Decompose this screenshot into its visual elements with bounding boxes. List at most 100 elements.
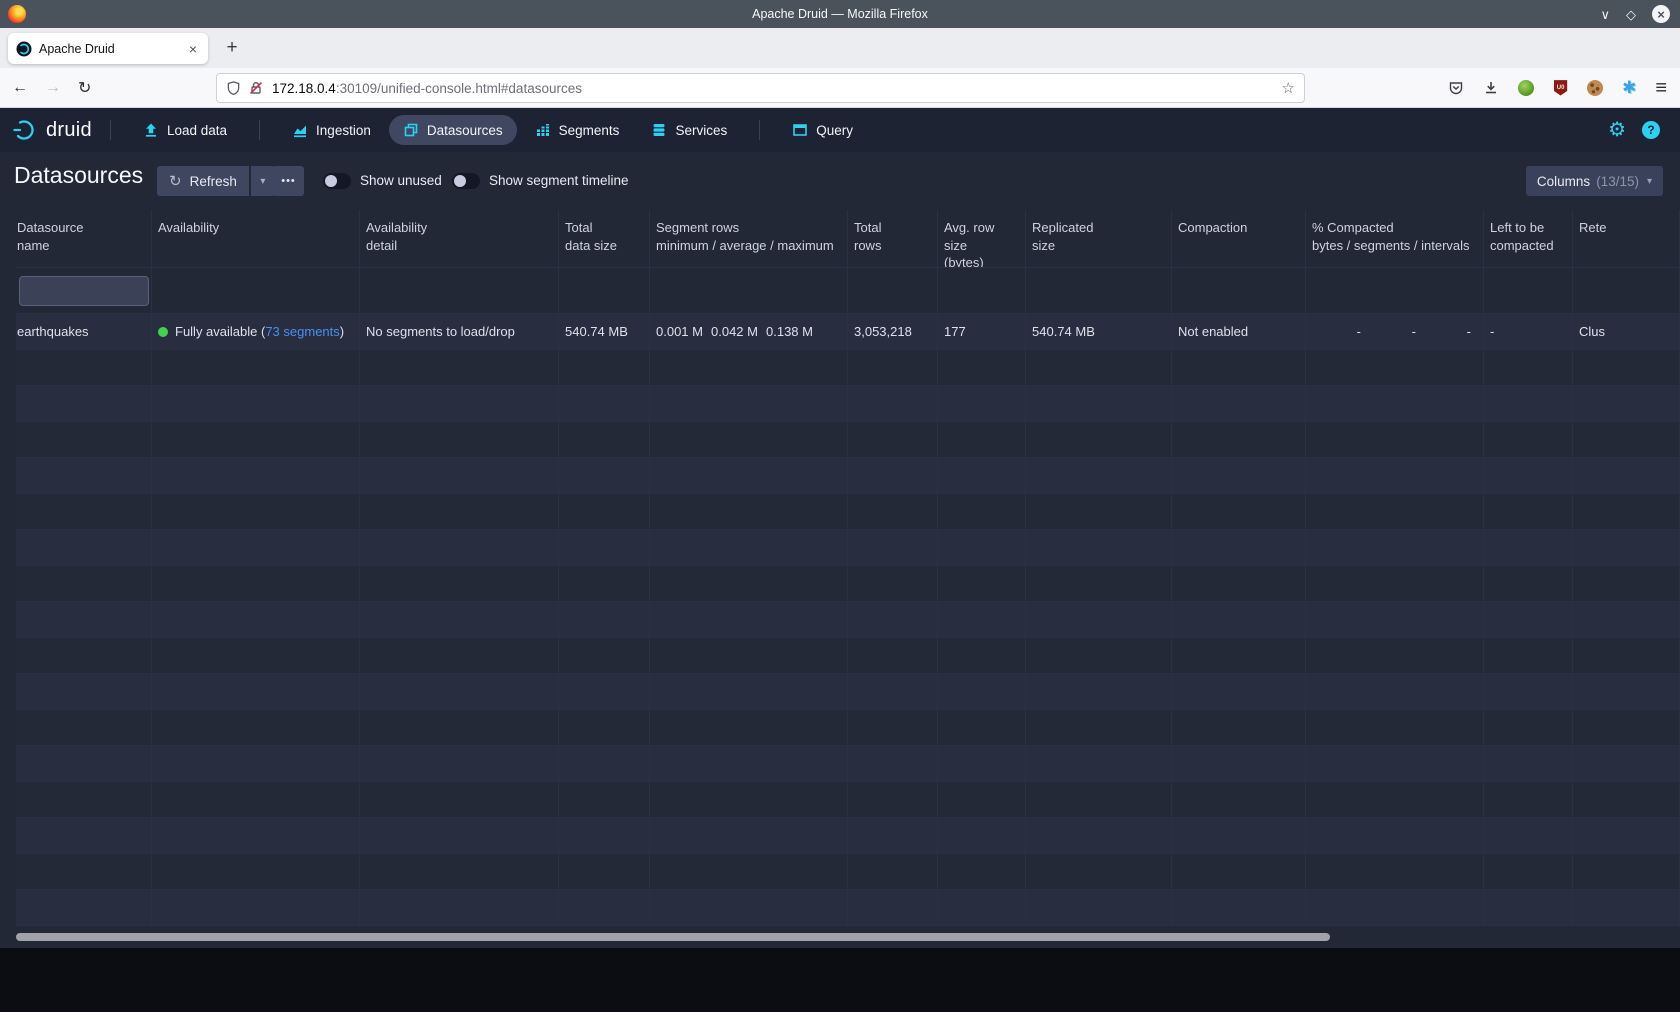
empty-cell [360, 602, 559, 637]
column-header[interactable]: Availability detail [360, 210, 559, 267]
datasource-filter-input[interactable] [19, 276, 149, 306]
window-titlebar: Apache Druid — Mozilla Firefox ∨ ◇ × [0, 0, 1680, 28]
column-header[interactable]: Segment rows minimum / average / maximum [650, 210, 848, 267]
column-header[interactable]: Left to be compacted [1484, 210, 1573, 267]
pct-compacted-value: - [1422, 324, 1477, 339]
empty-cell [1026, 494, 1172, 529]
columns-button[interactable]: Columns (13/15) ▾ [1526, 166, 1663, 196]
empty-cell [152, 530, 360, 565]
pct-compacted-cell[interactable]: --- [1306, 314, 1484, 349]
forward-icon[interactable]: → [45, 79, 61, 97]
total-rows-cell[interactable]: 3,053,218 [848, 314, 938, 349]
empty-cell [559, 638, 650, 673]
extension-asterisk-icon[interactable]: ✱ [1622, 79, 1636, 96]
url-bar[interactable]: 172.18.0.4:30109/unified-console.html#da… [216, 73, 1305, 103]
refresh-button-group: ↻ Refresh ▾ [157, 166, 275, 196]
refresh-button[interactable]: ↻ Refresh [157, 166, 249, 196]
reload-icon[interactable]: ↻ [78, 78, 91, 98]
empty-cell [152, 458, 360, 493]
window-minimize-icon[interactable]: ∨ [1600, 8, 1610, 21]
column-header[interactable]: Compaction [1172, 210, 1306, 267]
empty-cell [152, 890, 360, 925]
column-header[interactable]: Availability [152, 210, 360, 267]
bookmark-star-icon[interactable]: ☆ [1282, 79, 1295, 97]
availability-text: ) [340, 324, 344, 339]
shield-icon[interactable] [226, 80, 241, 96]
segments-link[interactable]: 73 segments [265, 324, 339, 339]
ingestion-icon [292, 122, 308, 138]
nav-item-datasources[interactable]: Datasources [389, 115, 517, 145]
nav-item-ingestion[interactable]: Ingestion [278, 115, 385, 145]
availability-cell[interactable]: Fully available (73 segments) [152, 314, 360, 349]
replicated-size-cell[interactable]: 540.74 MB [1026, 314, 1172, 349]
column-header[interactable]: % Compacted bytes / segments / intervals [1306, 210, 1484, 267]
total-data-size-cell[interactable]: 540.74 MB [559, 314, 650, 349]
empty-cell [1026, 638, 1172, 673]
compaction-cell[interactable]: Not enabled [1172, 314, 1306, 349]
privacy-badger-icon[interactable] [1518, 80, 1534, 96]
back-icon[interactable]: ← [12, 79, 28, 97]
empty-cell [848, 782, 938, 817]
services-icon [651, 122, 667, 138]
empty-cell [152, 818, 360, 853]
empty-cell [152, 268, 360, 313]
column-header[interactable]: Total data size [559, 210, 650, 267]
nav-item-services[interactable]: Services [637, 115, 741, 145]
column-header[interactable]: Avg. row size (bytes) [938, 210, 1026, 267]
download-icon[interactable] [1483, 80, 1499, 96]
empty-cell [1484, 638, 1573, 673]
show-unused-toggle[interactable] [323, 173, 351, 189]
column-header[interactable]: Rete [1573, 210, 1680, 267]
page-title: Datasources [14, 162, 143, 189]
horizontal-scrollbar[interactable] [16, 933, 1330, 941]
datasource-name-cell[interactable]: earthquakes [16, 314, 152, 349]
left-to-be-compacted-cell[interactable]: - [1484, 314, 1573, 349]
retention-cell[interactable]: Clus [1573, 314, 1680, 349]
tab-close-icon[interactable]: × [186, 41, 200, 57]
window-close-icon[interactable]: × [1652, 5, 1670, 23]
empty-cell [938, 386, 1026, 421]
empty-cell [1306, 746, 1484, 781]
nav-item-query[interactable]: Query [778, 115, 867, 145]
browser-tab[interactable]: Apache Druid × [8, 33, 208, 64]
refresh-caret-button[interactable]: ▾ [251, 166, 275, 196]
empty-cell [16, 746, 152, 781]
empty-table-row [16, 710, 1680, 746]
empty-cell [1484, 710, 1573, 745]
empty-cell [848, 602, 938, 637]
adblock-shield-icon[interactable]: U0 [1553, 80, 1568, 96]
nav-item-label: Datasources [427, 123, 503, 138]
show-segment-timeline-toggle[interactable] [452, 173, 480, 189]
empty-cell [559, 818, 650, 853]
nav-item-segments[interactable]: Segments [521, 115, 634, 145]
druid-logo[interactable]: druid [12, 118, 92, 142]
datasource-row[interactable]: earthquakesFully available (73 segments)… [16, 314, 1680, 350]
column-header[interactable]: Datasource name [16, 210, 152, 267]
cookie-extension-icon[interactable] [1587, 80, 1603, 96]
empty-cell [938, 818, 1026, 853]
avg-row-size-cell[interactable]: 177 [938, 314, 1026, 349]
empty-cell [1172, 268, 1306, 313]
help-icon[interactable]: ? [1642, 121, 1660, 139]
segment-rows-cell[interactable]: 0.001 M0.042 M0.138 M [650, 314, 848, 349]
empty-table-row [16, 494, 1680, 530]
nav-item-label: Load data [167, 123, 227, 138]
column-header[interactable]: Replicated size [1026, 210, 1172, 267]
column-header[interactable]: Total rows [848, 210, 938, 267]
availability-detail-cell[interactable]: No segments to load/drop [360, 314, 559, 349]
window-maximize-icon[interactable]: ◇ [1626, 8, 1636, 21]
hamburger-menu-icon[interactable]: ≡ [1655, 78, 1667, 98]
empty-cell [1026, 386, 1172, 421]
empty-cell [1573, 674, 1680, 709]
gear-icon[interactable]: ⚙ [1608, 120, 1626, 140]
insecure-lock-icon[interactable] [248, 80, 264, 96]
new-tab-button[interactable]: + [218, 34, 246, 62]
more-actions-button[interactable]: ••• [273, 166, 304, 196]
empty-cell [1484, 268, 1573, 313]
pocket-icon[interactable] [1448, 80, 1464, 96]
nav-item-load-data[interactable]: Load data [129, 115, 241, 145]
empty-cell [938, 854, 1026, 889]
window-controls: ∨ ◇ × [1600, 0, 1670, 28]
empty-cell [1484, 674, 1573, 709]
empty-cell [1484, 530, 1573, 565]
